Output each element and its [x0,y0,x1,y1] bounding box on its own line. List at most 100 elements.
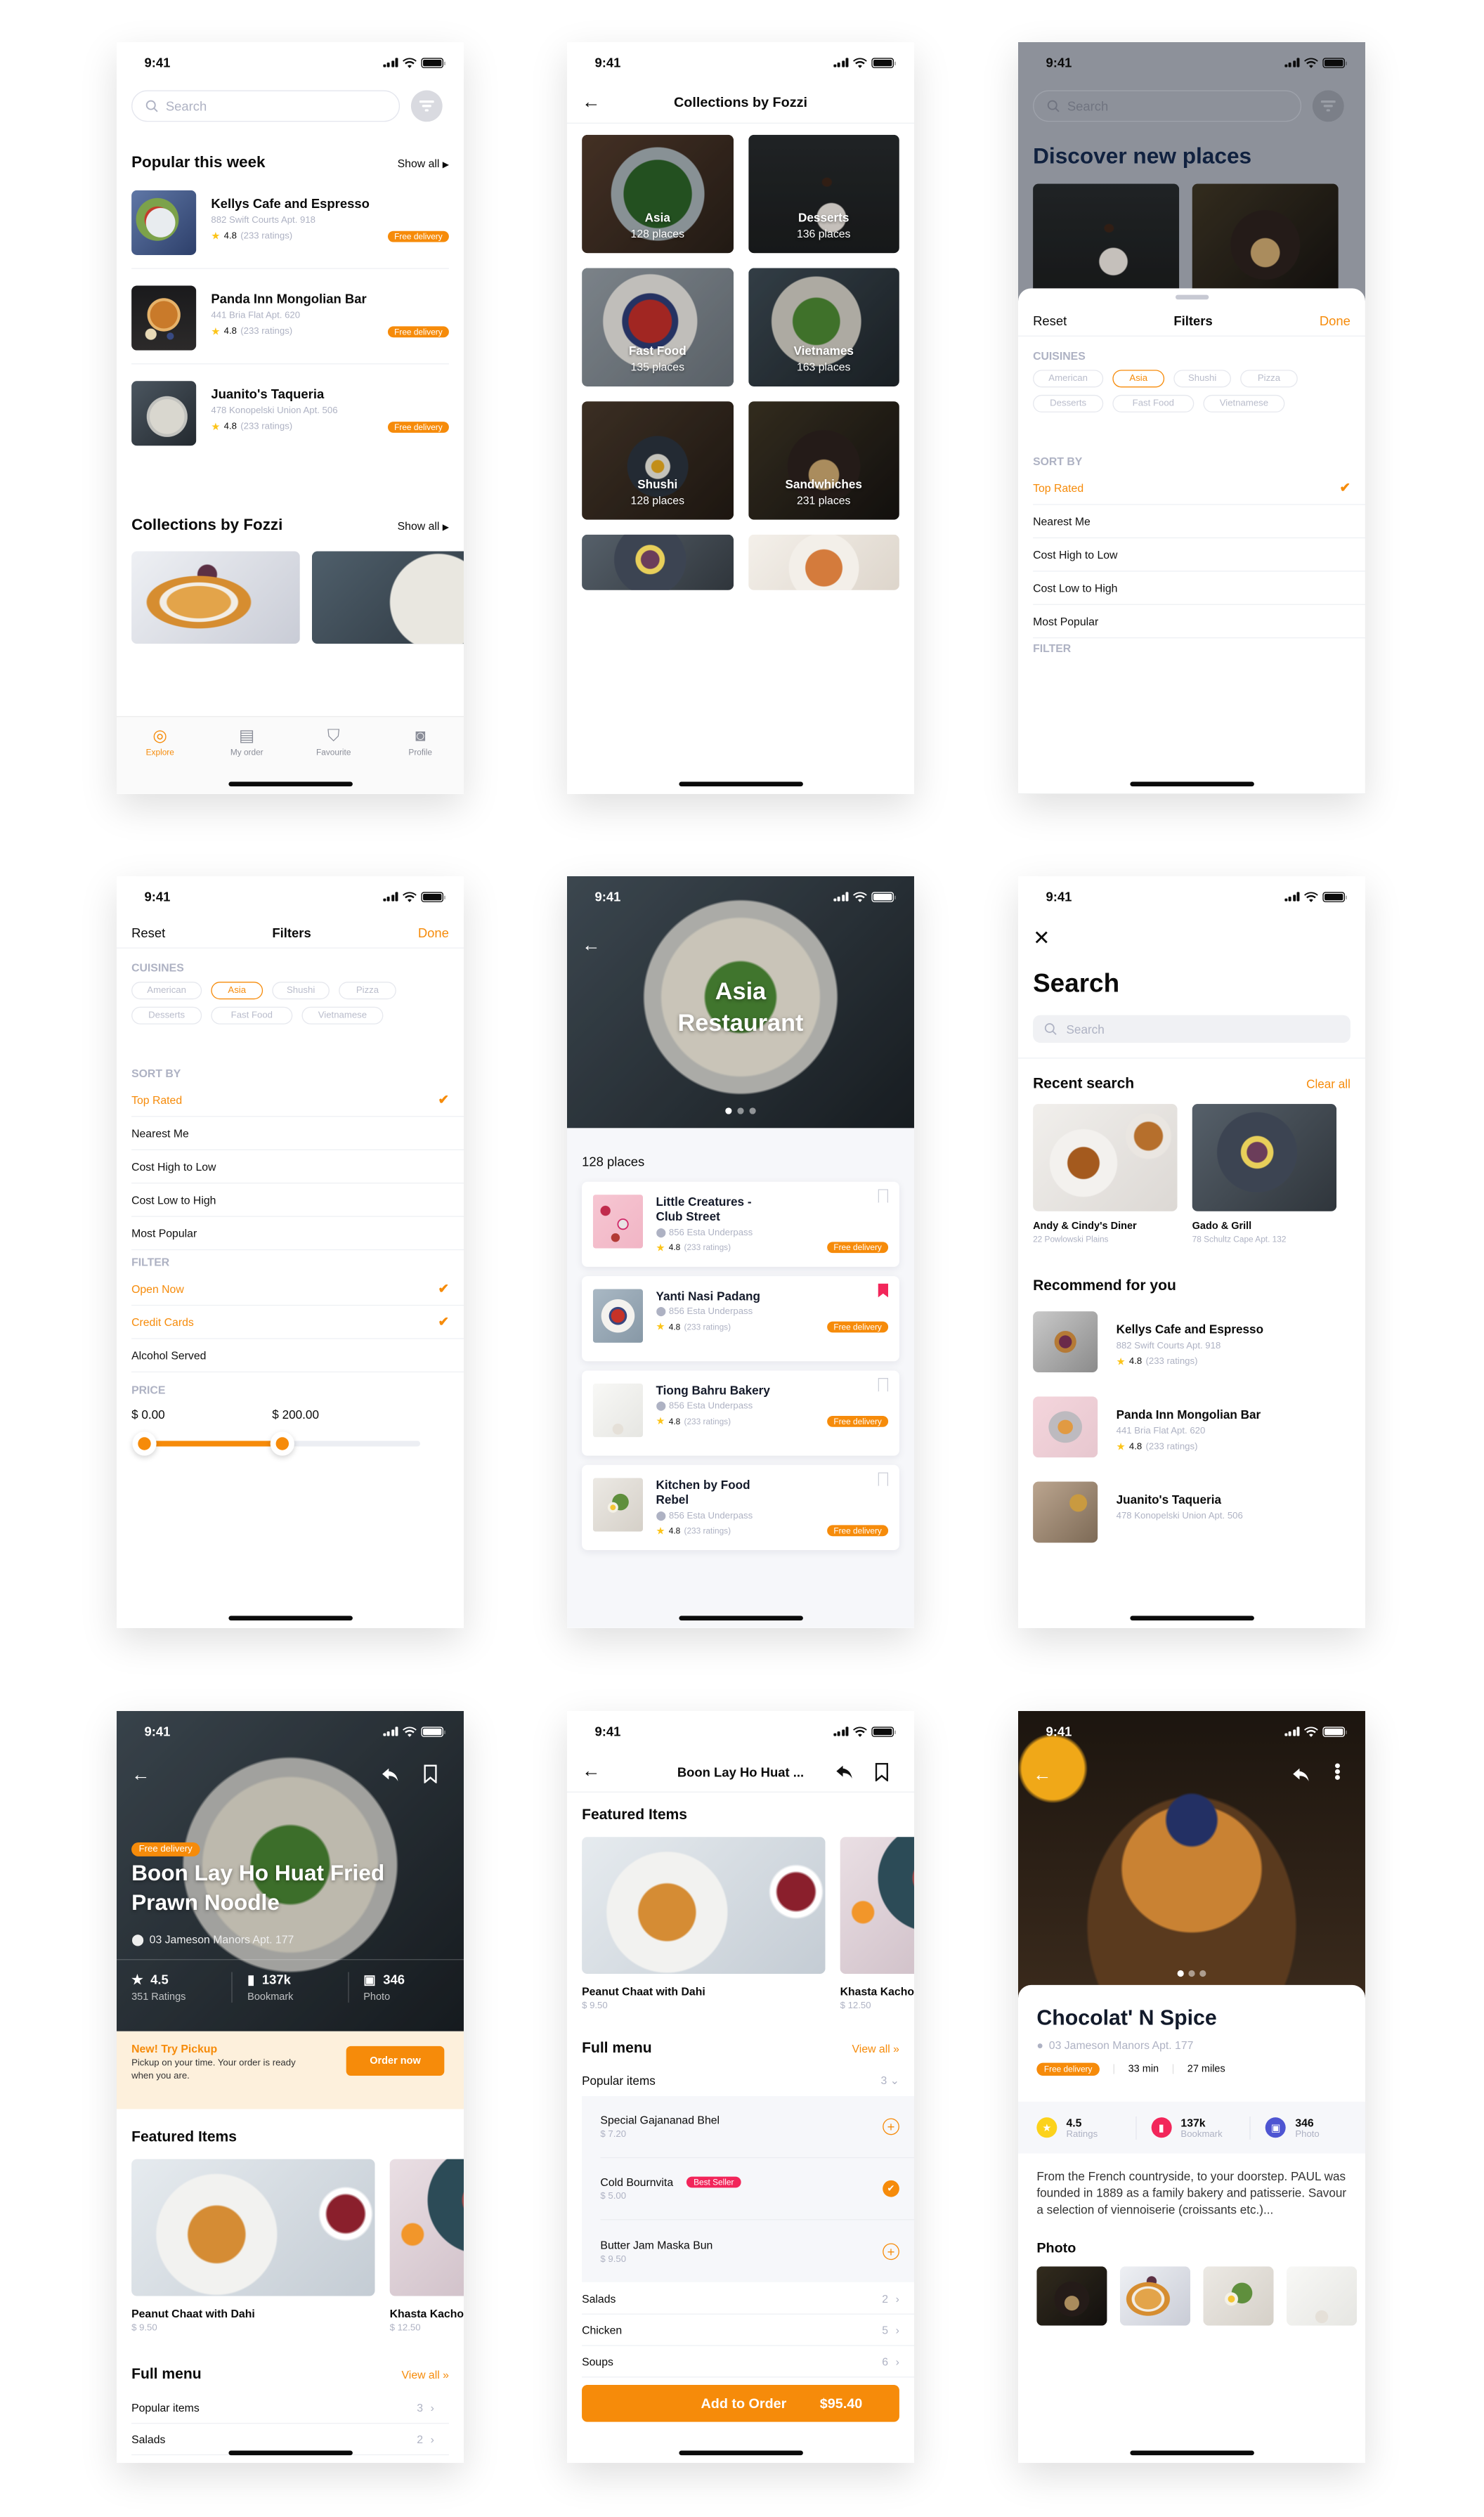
view-all-link[interactable]: View all » [852,2043,899,2055]
recent-item[interactable]: Gado & Grill 78 Schultz Cape Apt. 132 [1192,1104,1337,1244]
add-item-icon[interactable]: + [883,2242,899,2260]
bookmark-icon[interactable] [875,1762,888,1781]
search-input[interactable]: Search [131,90,401,122]
add-item-icon[interactable]: + [883,2118,899,2135]
order-now-button[interactable]: Order now [346,2046,445,2076]
cuisine-chip-american[interactable]: American [131,982,202,1000]
collection-card[interactable]: Vietnames 163 places [748,268,899,387]
reset-button[interactable]: Reset [1033,313,1067,327]
collection-card[interactable]: Desserts 136 places [748,134,899,254]
option-cost-high-to-low[interactable]: Cost High to Low [131,1150,464,1184]
option-nearest-me[interactable]: Nearest Me [1033,505,1365,539]
carousel-dot[interactable] [1188,1970,1195,1977]
option-most-popular[interactable]: Most Popular [1033,605,1365,639]
popular-item[interactable]: Cold Bournvita Best Seller $ 5.00 ✔ [600,2158,914,2220]
collection-card[interactable]: Shushi 128 places [582,401,734,520]
cuisine-chip-desserts[interactable]: Desserts [131,1006,202,1025]
price-handle-max[interactable] [270,1431,294,1456]
restaurant-item[interactable]: Kellys Cafe and Espresso 882 Swift Courts… [131,190,449,255]
photo-thumb[interactable] [1287,2266,1358,2326]
cuisine-chip-desserts[interactable]: Desserts [1033,394,1104,412]
option-credit-cards[interactable]: Credit Cards ✔ [131,1306,464,1339]
restaurant-item[interactable]: Juanito's Taqueria 478 Konopelski Union A… [131,381,449,446]
done-button[interactable]: Done [418,925,449,939]
filter-button[interactable] [410,90,443,122]
search-input[interactable]: Search [1033,90,1302,122]
cuisine-chip-fast-food[interactable]: Fast Food [1112,394,1195,412]
menu-category-soups[interactable]: Soups 6 › [582,2346,914,2378]
photo-thumb[interactable] [1036,2266,1107,2326]
view-all-link[interactable]: View all » [402,2368,449,2381]
option-most-popular[interactable]: Most Popular [131,1217,464,1251]
option-open-now[interactable]: Open Now ✔ [131,1273,464,1306]
popular-items-header[interactable]: Popular items 3 ⌄ [582,2064,899,2096]
photo-thumb[interactable] [1203,2266,1274,2326]
cuisine-chip-fast-food[interactable]: Fast Food [211,1006,293,1025]
collection-card[interactable] [311,551,464,644]
photo-thumb[interactable] [1119,2266,1191,2326]
back-arrow-icon[interactable]: ← [582,92,600,113]
cuisine-chip-vietnamese[interactable]: Vietnamese [301,1006,384,1025]
collection-card[interactable]: Asia 128 places [582,134,734,254]
added-check-icon[interactable]: ✔ [883,2180,899,2197]
filter-button[interactable] [1312,90,1344,122]
price-handle-min[interactable] [132,1431,157,1456]
tab-explore[interactable]: ◎ Explore [117,726,203,793]
collection-card[interactable] [582,534,734,590]
carousel-dot[interactable] [1199,1970,1206,1977]
option-cost-low-to-high[interactable]: Cost Low to High [131,1183,464,1217]
share-icon[interactable] [382,1767,400,1783]
menu-category-popular-items[interactable]: Popular items 3 › [131,2393,449,2424]
collection-card[interactable]: Fast Food 135 places [582,268,734,387]
carousel-dot[interactable] [725,1107,732,1114]
restaurant-item[interactable]: Panda Inn Mongolian Bar 441 Bria Flat Apt… [131,285,449,351]
recommend-item[interactable]: Kellys Cafe and Espresso 882 Swift Courts… [1033,1311,1350,1376]
price-slider[interactable] [132,1431,421,1456]
recommend-item[interactable]: Panda Inn Mongolian Bar 441 Bria Flat Apt… [1033,1396,1350,1461]
carousel-dots[interactable] [567,1107,914,1114]
bookmark-icon[interactable] [424,1764,437,1783]
search-input[interactable]: Search [1033,1015,1350,1043]
share-icon[interactable] [835,1763,854,1780]
carousel-dots[interactable] [1018,1970,1365,1977]
back-arrow-icon[interactable]: ← [1033,1764,1051,1786]
more-options-icon[interactable]: ••• [1328,1763,1346,1781]
cuisine-chip-pizza[interactable]: Pizza [1240,370,1298,388]
show-all-popular[interactable]: Show all ▶ [398,157,449,169]
collection-card[interactable] [131,551,300,644]
featured-item[interactable]: Peanut Chaat with Dahi $ 9.50 [131,2159,375,2333]
cuisine-chip-shushi[interactable]: Shushi [1173,370,1231,388]
place-card[interactable]: Kitchen by Food Rebel ⬤ 856 Esta Underpas… [582,1464,899,1550]
menu-category-chicken[interactable]: Chicken 5 › [582,2315,914,2346]
cuisine-chip-shushi[interactable]: Shushi [272,982,330,1000]
option-top-rated[interactable]: Top Rated ✔ [131,1084,464,1117]
cuisine-chip-vietnamese[interactable]: Vietnamese [1203,394,1285,412]
back-arrow-icon[interactable]: ← [582,935,600,956]
recent-item[interactable]: Andy & Cindy's Diner 22 Powlowski Plains [1033,1104,1178,1244]
featured-item[interactable]: Peanut Chaat with Dahi $ 9.50 [582,1837,826,2011]
featured-item[interactable]: Khasta Kachori with $ 12.50 [840,1837,914,2011]
place-card[interactable]: Yanti Nasi Padang ⬤ 856 Esta Underpass ★ 4.… [582,1276,899,1362]
carousel-dot[interactable] [1177,1970,1184,1977]
collection-card[interactable] [748,534,899,590]
option-cost-low-to-high[interactable]: Cost Low to High [1033,571,1365,605]
featured-item[interactable]: Khasta Kachori with $ 12.50 [389,2159,464,2333]
option-top-rated[interactable]: Top Rated ✔ [1033,471,1365,505]
reset-button[interactable]: Reset [131,925,165,939]
popular-item[interactable]: Butter Jam Maska Bun $ 9.50 + [600,2220,914,2282]
option-alcohol-served[interactable]: Alcohol Served [131,1339,464,1373]
option-nearest-me[interactable]: Nearest Me [131,1117,464,1150]
cuisine-chip-pizza[interactable]: Pizza [339,982,396,1000]
back-arrow-icon[interactable]: ← [131,1764,150,1786]
done-button[interactable]: Done [1320,313,1350,327]
recommend-item[interactable]: Juanito's Taqueria 478 Konopelski Union A… [1033,1481,1350,1547]
carousel-dot[interactable] [737,1107,744,1114]
place-card[interactable]: Tiong Bahru Bakery ⬤ 856 Esta Underpass ★ 4… [582,1370,899,1456]
carousel-dot[interactable] [749,1107,756,1114]
close-icon[interactable]: ✕ [1033,928,1050,949]
place-card[interactable]: Little Creatures - Club Street ⬤ 856 Esta… [582,1181,899,1267]
tab-profile[interactable]: ◙ Profile [377,726,463,793]
clear-all-button[interactable]: Clear all [1306,1077,1350,1091]
cuisine-chip-asia[interactable]: Asia [211,982,263,1000]
show-all-collections[interactable]: Show all ▶ [398,520,449,533]
